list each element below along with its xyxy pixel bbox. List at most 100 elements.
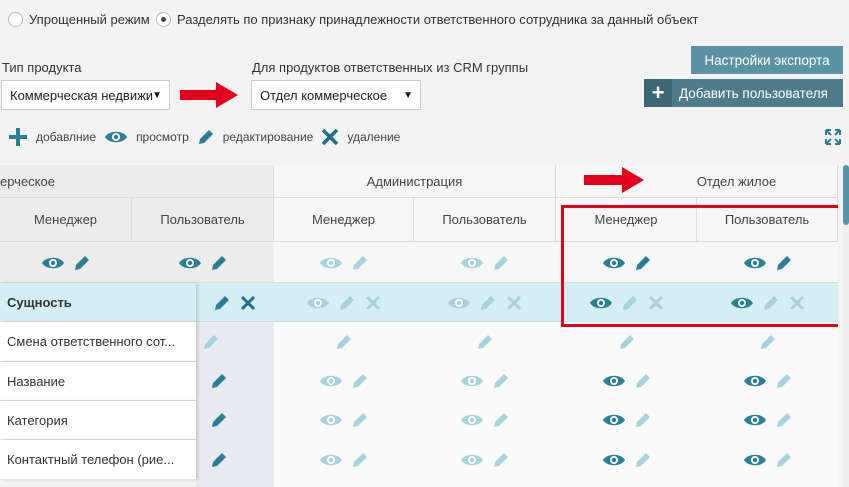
pencil-icon[interactable] [213, 294, 231, 312]
role-header-label: Менеджер [33, 212, 98, 227]
pencil-icon[interactable] [210, 451, 228, 469]
red-arrow-icon [180, 82, 238, 108]
permission-cell [697, 332, 838, 352]
permission-cell [556, 450, 697, 470]
eye-icon[interactable] [460, 452, 484, 468]
permission-cell [556, 332, 697, 352]
legend-add-label: добавлние [36, 130, 97, 144]
eye-icon[interactable] [743, 412, 767, 428]
pencil-icon[interactable] [210, 372, 228, 390]
pencil-icon[interactable] [351, 372, 369, 390]
red-highlight-box [561, 205, 838, 327]
pencil-icon[interactable] [634, 372, 652, 390]
group-header-label: Администрация [366, 173, 463, 189]
pencil-icon[interactable] [492, 372, 510, 390]
permission-cell [274, 293, 414, 313]
permission-cell [414, 371, 556, 391]
close-icon[interactable] [239, 294, 257, 312]
pencil-icon[interactable] [335, 333, 353, 351]
eye-icon [105, 131, 128, 143]
pencil-icon[interactable] [492, 451, 510, 469]
caret-down-icon: ▼ [403, 90, 413, 101]
table-row-name[interactable]: Смена ответственного сот... [0, 322, 196, 362]
pencil-icon[interactable] [338, 294, 356, 312]
permission-cell [196, 410, 242, 430]
legend: добавлние просмотр редактирование удален… [8, 127, 400, 147]
eye-icon[interactable] [460, 373, 484, 389]
simple-mode-radio[interactable] [8, 12, 23, 27]
permission-cell [196, 371, 242, 391]
eye-icon[interactable] [319, 373, 343, 389]
eye-icon[interactable] [602, 452, 626, 468]
permission-cell [196, 332, 226, 352]
pencil-icon[interactable] [73, 254, 91, 272]
add-user-icon: + [644, 79, 672, 107]
role-header: Менеджер [0, 198, 132, 242]
permission-cell [414, 410, 556, 430]
table-row-name[interactable]: Контактный телефон (рие... [0, 440, 196, 480]
eye-icon[interactable] [306, 295, 330, 311]
pencil-icon[interactable] [351, 451, 369, 469]
legend-edit-label: редактирование [222, 130, 314, 144]
pencil-icon[interactable] [634, 451, 652, 469]
permission-cell [414, 450, 556, 470]
permission-cell [274, 450, 414, 470]
pencil-icon[interactable] [492, 254, 510, 272]
vertical-scrollbar[interactable] [843, 165, 849, 487]
product-type-select[interactable]: Коммерческая недвижи ▼ [1, 80, 170, 110]
split-mode-radio[interactable] [156, 12, 171, 27]
product-type-value: Коммерческая недвижи [10, 87, 154, 103]
add-user-button[interactable]: + Добавить пользователя [644, 79, 843, 107]
pencil-icon[interactable] [210, 411, 228, 429]
crm-group-select[interactable]: Отдел коммерческое ▼ [251, 80, 421, 110]
caret-down-icon: ▼ [152, 90, 162, 101]
pencil-icon[interactable] [492, 411, 510, 429]
role-header: Менеджер [274, 198, 414, 242]
pencil-icon[interactable] [618, 333, 636, 351]
eye-icon[interactable] [602, 412, 626, 428]
export-settings-button[interactable]: Настройки экспорта [691, 46, 843, 74]
pencil-icon[interactable] [351, 411, 369, 429]
plus-icon [9, 128, 27, 146]
close-icon[interactable] [505, 294, 523, 312]
eye-icon[interactable] [447, 295, 471, 311]
fullscreen-icon[interactable] [825, 129, 841, 145]
close-icon[interactable] [364, 294, 382, 312]
eye-icon[interactable] [319, 412, 343, 428]
eye-icon[interactable] [460, 412, 484, 428]
pencil-icon[interactable] [634, 411, 652, 429]
legend-view-label: просмотр [136, 130, 189, 144]
eye-icon[interactable] [743, 373, 767, 389]
pencil-icon[interactable] [775, 411, 793, 429]
product-type-label: Тип продукта [2, 60, 82, 75]
eye-icon[interactable] [319, 255, 343, 271]
pencil-icon[interactable] [476, 333, 494, 351]
group-header-label: ерческое [0, 173, 55, 189]
pencil-icon[interactable] [775, 451, 793, 469]
permission-cell [274, 332, 414, 352]
pencil-icon[interactable] [202, 333, 220, 351]
role-header: Пользователь [414, 198, 556, 242]
eye-icon[interactable] [602, 373, 626, 389]
export-settings-label: Настройки экспорта [704, 52, 830, 68]
row-label: Название [7, 373, 66, 389]
role-header-label: Пользователь [442, 212, 527, 227]
split-mode-label: Разделять по признаку принадлежности отв… [177, 12, 699, 27]
simple-mode-label: Упрощенный режим [29, 12, 150, 27]
pencil-icon[interactable] [775, 372, 793, 390]
eye-icon[interactable] [41, 255, 65, 271]
eye-icon[interactable] [178, 255, 202, 271]
table-row-name[interactable]: Категория [0, 401, 196, 440]
pencil-icon[interactable] [210, 254, 228, 272]
eye-icon[interactable] [460, 255, 484, 271]
pencil-icon[interactable] [351, 254, 369, 272]
pencil-icon[interactable] [479, 294, 497, 312]
scrollbar-thumb[interactable] [843, 165, 849, 225]
pencil-icon[interactable] [759, 333, 777, 351]
entity-row-name[interactable]: Сущность [0, 283, 196, 322]
table-row-name[interactable]: Название [0, 362, 196, 401]
permission-cell [196, 293, 274, 313]
eye-icon[interactable] [743, 452, 767, 468]
eye-icon[interactable] [319, 452, 343, 468]
permission-cell [274, 410, 414, 430]
